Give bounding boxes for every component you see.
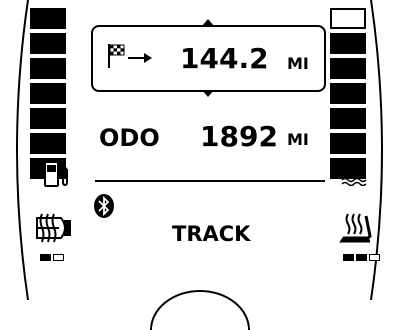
gauge-segment xyxy=(30,8,66,29)
odometer-unit: MI xyxy=(287,130,309,149)
gauge-segment xyxy=(330,58,366,79)
seat-heat-level-indicator xyxy=(343,254,391,262)
bluetooth-icon xyxy=(94,194,114,218)
left-bezel xyxy=(16,0,29,300)
gauge-segment xyxy=(30,108,66,129)
level-pip xyxy=(356,254,367,261)
coolant-temperature-icon xyxy=(341,158,367,186)
odometer-label: ODO xyxy=(99,124,160,152)
drive-mode-label: TRACK xyxy=(172,222,251,246)
gauge-segment xyxy=(30,133,66,154)
level-pip xyxy=(343,254,354,261)
gauge-segment xyxy=(30,33,66,54)
trip-distance-value: 144.2 xyxy=(180,42,269,75)
bottom-gauge-arc xyxy=(150,290,250,330)
odometer-value: 1892 xyxy=(200,120,278,153)
scroll-down-arrow-icon[interactable] xyxy=(202,90,214,97)
rear-defrost-level-indicator xyxy=(40,254,70,262)
level-pip xyxy=(369,254,380,261)
divider xyxy=(95,180,325,182)
scroll-up-arrow-icon[interactable] xyxy=(202,19,214,26)
gauge-segment xyxy=(30,83,66,104)
fuel-pump-icon xyxy=(44,161,68,187)
gauge-segment xyxy=(330,133,366,154)
gauge-segment xyxy=(330,83,366,104)
gauge-segment xyxy=(330,108,366,129)
trip-distance-unit: MI xyxy=(287,54,309,73)
gauge-segment xyxy=(30,58,66,79)
finish-flag-arrow-icon xyxy=(108,44,152,68)
gauge-segment xyxy=(330,8,366,29)
level-pip xyxy=(53,254,64,261)
heated-seat-icon xyxy=(339,213,372,243)
gauge-segment xyxy=(330,33,366,54)
level-pip xyxy=(40,254,51,261)
rear-defrost-icon xyxy=(36,213,71,243)
